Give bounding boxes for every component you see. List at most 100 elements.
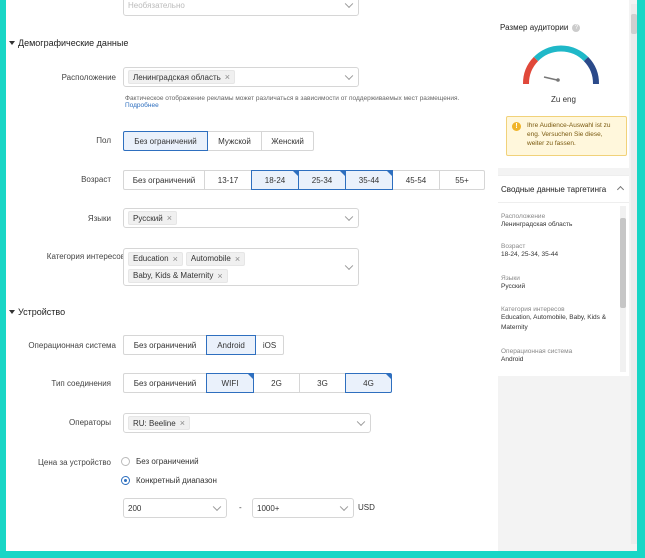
location-select[interactable]: Ленинградская область × [123,67,359,87]
warning-icon: ! [512,122,521,131]
summary-item-label: Операционная система [501,348,573,355]
os-options: Без ограничений Android iOS [123,335,284,355]
audience-warning: ! Ihre Audience-Auswahl ist zu eng. Vers… [506,116,627,156]
interest-chip[interactable]: Education × [128,251,183,266]
location-chip[interactable]: Ленинградская область × [128,70,236,84]
summary-divider [498,202,629,203]
demographics-title: Демографические данные [18,38,129,48]
close-icon[interactable]: × [235,254,240,264]
connection-option-3g[interactable]: 3G [299,373,346,393]
price-to-select[interactable]: 1000+ [252,498,354,518]
connection-options: Без ограничений WIFI 2G 3G 4G [123,373,392,393]
interests-label: Категория интересов [46,252,125,261]
interest-chip[interactable]: Automobile × [185,251,246,266]
chevron-up-icon[interactable] [616,185,625,194]
audience-gauge [522,45,600,85]
demographics-section-header[interactable]: Демографические данные [9,38,128,48]
summary-item-value: Ленинградская область [501,221,573,228]
summary-item-label: Категория интересов [501,306,565,313]
gauge-red-segment [522,56,539,85]
price-from-select[interactable]: 200 [123,498,227,518]
summary-scrollbar[interactable] [620,206,626,372]
interest-chip-label: Education [133,254,169,263]
age-option-13-17[interactable]: 13-17 [204,170,252,190]
carriers-select[interactable]: RU: Beeline × [123,413,371,433]
language-chip[interactable]: Русский × [128,211,177,225]
radio-icon [121,457,130,466]
gender-option-male[interactable]: Мужской [207,131,262,151]
languages-select[interactable]: Русский × [123,208,359,228]
chevron-down-icon [339,502,349,512]
scrollbar-thumb[interactable] [620,218,626,308]
close-icon[interactable]: × [173,254,178,264]
close-icon[interactable]: × [217,271,222,281]
close-icon[interactable]: × [167,213,172,223]
gauge-pivot [556,78,560,82]
os-option-ios[interactable]: iOS [255,335,284,355]
interests-select[interactable]: Education × Automobile × Baby, Kids & Mate… [123,248,359,286]
carrier-chip[interactable]: RU: Beeline × [128,416,190,430]
connection-option-2g[interactable]: 2G [253,373,300,393]
top-select-placeholder: Необязательно [128,0,185,10]
page-scrollbar-thumb[interactable] [631,14,637,34]
location-hint: Фактическое отображение рекламы может ра… [125,95,495,109]
price-option-range[interactable]: Конкретный диапазон [121,476,217,485]
radio-selected-icon [121,476,130,485]
page-scrollbar[interactable] [631,4,637,544]
summary-title[interactable]: Сводные данные таргетинга [501,185,606,194]
age-option-55-plus[interactable]: 55+ [439,170,485,190]
connection-option-any[interactable]: Без ограничений [123,373,207,393]
interest-chip[interactable]: Baby, Kids & Maternity × [128,268,228,283]
chevron-down-icon [212,502,222,512]
device-section-header[interactable]: Устройство [9,307,65,317]
close-icon[interactable]: × [225,72,230,82]
summary-item-value: Android [501,356,524,363]
audience-title: Размер аудитории [500,23,569,32]
summary-item-value: Русский [501,283,526,290]
more-link[interactable]: Подробнее [125,102,159,109]
audience-card: Размер аудитории ? Zu eng ! Ihre Audienc… [498,0,629,168]
gender-option-female[interactable]: Женский [261,131,314,151]
chevron-down-icon [344,0,354,9]
location-label: Расположение [61,73,116,82]
gauge-teal-segment [533,45,589,62]
connection-option-4g[interactable]: 4G [345,373,392,393]
os-option-any[interactable]: Без ограничений [123,335,207,355]
top-select[interactable]: Необязательно [123,0,359,16]
device-title: Устройство [18,307,66,317]
price-option-range-label: Конкретный диапазон [136,476,217,485]
price-option-any[interactable]: Без ограничений [121,457,199,466]
price-from-value: 200 [128,503,142,513]
language-chip-label: Русский [133,213,163,223]
caret-down-icon [9,41,15,45]
close-icon[interactable]: × [180,418,185,428]
age-option-any[interactable]: Без ограничений [123,170,205,190]
price-label: Цена за устройство [37,458,111,467]
languages-label: Языки [87,214,111,223]
age-option-45-54[interactable]: 45-54 [392,170,440,190]
age-option-18-24[interactable]: 18-24 [251,170,299,190]
app-frame: Необязательно Демографические данные Рас… [6,0,637,551]
age-option-25-34[interactable]: 25-34 [298,170,346,190]
price-to-value: 1000+ [257,503,280,513]
chevron-down-icon [344,261,354,271]
carriers-label: Операторы [69,418,111,427]
gauge-navy-segment [583,56,600,85]
os-option-android[interactable]: Android [206,335,256,355]
targeting-form: Необязательно Демографические данные Рас… [6,0,498,551]
summary-item: Расположение Ленинградская область [501,213,616,230]
audience-title-row: Размер аудитории ? [500,23,581,32]
connection-option-wifi[interactable]: WIFI [206,373,254,393]
help-icon[interactable]: ? [572,23,581,32]
summary-item: Категория интересов Education, Automobil… [501,306,616,333]
age-option-35-44[interactable]: 35-44 [345,170,393,190]
carrier-chip-label: RU: Beeline [133,418,176,428]
gender-options: Без ограничений Мужской Женский [123,131,314,151]
chevron-down-icon [344,71,354,81]
gender-option-any[interactable]: Без ограничений [123,131,208,151]
interest-chip-label: Automobile [190,254,231,263]
price-option-any-label: Без ограничений [136,457,199,466]
location-hint-text: Фактическое отображение рекламы может ра… [125,95,460,102]
os-label: Операционная система [28,341,116,350]
location-chip-label: Ленинградская область [133,72,221,82]
